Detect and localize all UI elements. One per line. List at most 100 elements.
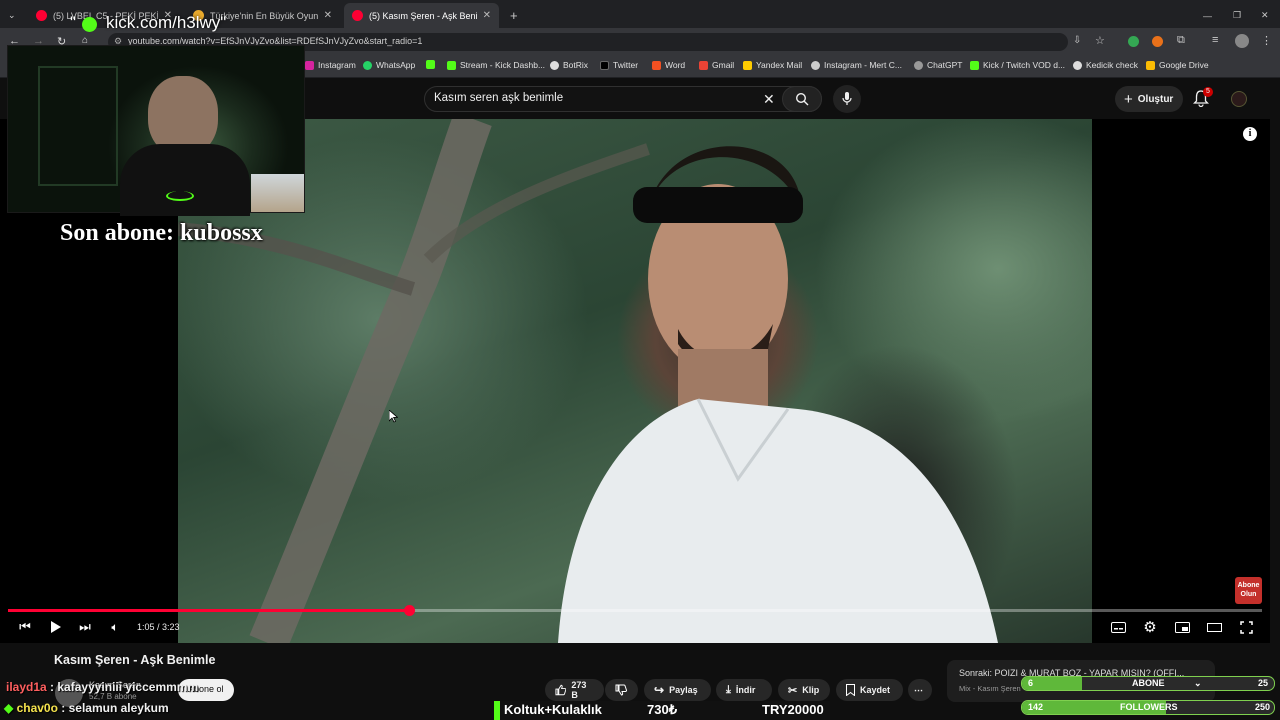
goal-target: 250: [1254, 702, 1270, 712]
bookmark-label: Kick / Twitch VOD d...: [983, 60, 1066, 70]
minimize-button[interactable]: —: [1195, 3, 1213, 28]
star-icon[interactable]: ☆: [1095, 34, 1105, 47]
more-actions-button[interactable]: ⋯: [908, 679, 932, 701]
goal-label: ABONE: [1132, 678, 1165, 688]
like-count: 273 B: [571, 680, 587, 700]
new-tab-button[interactable]: +: [502, 3, 522, 28]
scissors-icon: ✂: [788, 684, 798, 697]
tab-kasim-seren[interactable]: (5) Kasım Şeren - Aşk Benimle ✕: [344, 3, 499, 28]
bookmark-whatsapp[interactable]: WhatsApp: [363, 60, 415, 70]
instagram-icon: [305, 60, 314, 70]
bookmark-label: Twitter: [613, 60, 639, 70]
extension-icon[interactable]: [1152, 36, 1163, 47]
extension-icon[interactable]: [1128, 36, 1139, 47]
bookmark-yandex-mail[interactable]: Yandex Mail: [743, 60, 802, 70]
bookmark-google-drive[interactable]: Google Drive: [1146, 60, 1209, 70]
goal-current: 142: [1028, 702, 1044, 712]
voice-search-button[interactable]: [833, 85, 861, 113]
mute-button[interactable]: 🔈︎: [106, 618, 124, 636]
youtube-favicon-icon: [36, 10, 47, 21]
subtitles-icon: [1110, 621, 1126, 633]
chevron-down-icon: ⌄: [8, 10, 16, 20]
search-button[interactable]: [782, 86, 822, 112]
bookmark-label: Yandex Mail: [756, 60, 803, 70]
tab-label: (5) Kasım Şeren - Aşk Benimle: [369, 10, 477, 21]
skip-next-icon: ⏭: [79, 619, 91, 634]
chat-separator: :: [46, 680, 58, 694]
kick-logo-icon: [82, 17, 97, 32]
subtitles-button[interactable]: [1109, 618, 1127, 636]
bookmark-instagram[interactable]: Instagram: [305, 60, 356, 70]
notifications-button[interactable]: 5: [1193, 87, 1213, 108]
bookmark-label: Google Drive: [1159, 60, 1209, 70]
fullscreen-button[interactable]: [1237, 618, 1255, 636]
profile-avatar[interactable]: [1235, 34, 1249, 48]
close-icon[interactable]: ✕: [324, 10, 332, 21]
clear-search-icon[interactable]: ✕: [763, 91, 775, 108]
clip-button[interactable]: ✂ Klip: [778, 679, 830, 701]
globe-icon: [811, 60, 820, 70]
share-icon: ↪: [654, 683, 665, 697]
chatgpt-icon: [914, 60, 923, 70]
bookmark-kedicik[interactable]: Kedicik check: [1073, 60, 1138, 70]
menu-dots-icon[interactable]: ⋮: [1261, 34, 1272, 47]
bookmark-label: Kedicik check: [1086, 60, 1138, 70]
play-icon: [50, 621, 61, 633]
followers-goal-bar: 142 FOLLOWERS 250: [1021, 700, 1275, 715]
puzzle-icon[interactable]: ⧉: [1177, 34, 1185, 47]
share-button[interactable]: ↪ Paylaş: [644, 679, 711, 701]
download-label: İndir: [735, 685, 756, 695]
download-button[interactable]: ⤓ İndir: [716, 679, 772, 701]
bookmark-botrix[interactable]: BotRix: [550, 60, 588, 70]
miniplayer-button[interactable]: [1173, 618, 1191, 636]
chevron-down-icon: ⌄: [1194, 678, 1202, 688]
bookmark-chatgpt[interactable]: ChatGPT: [914, 60, 962, 70]
bookmark-label: ChatGPT: [927, 60, 963, 70]
goal-current: 6: [1028, 678, 1034, 688]
install-app-icon[interactable]: ⇩: [1073, 35, 1081, 46]
bookmark-kick-twitch-vod[interactable]: Kick / Twitch VOD d...: [970, 60, 1065, 70]
media-controls-icon[interactable]: ≡: [1212, 34, 1218, 46]
bookmark-twitter[interactable]: Twitter: [600, 60, 638, 70]
webcam-overlay: [7, 45, 305, 216]
play-button[interactable]: [46, 618, 64, 636]
microphone-icon: [842, 92, 852, 105]
create-button[interactable]: + Oluştur: [1115, 86, 1183, 112]
video-frame: [178, 119, 1092, 643]
theater-mode-button[interactable]: [1205, 618, 1223, 636]
headphone-light-image: [166, 191, 194, 201]
settings-button[interactable]: ⚙: [1141, 618, 1159, 636]
notification-badge: 5: [1203, 87, 1213, 97]
clip-label: Klip: [802, 685, 820, 695]
bookmark-word[interactable]: Word: [652, 60, 685, 70]
download-icon: ⤓: [726, 683, 731, 696]
kick-icon: [447, 60, 456, 70]
whatsapp-icon: [363, 60, 372, 70]
dislike-button[interactable]: [605, 679, 638, 701]
share-label: Paylaş: [669, 685, 698, 695]
theater-icon: [1206, 622, 1222, 632]
account-avatar[interactable]: [1231, 91, 1247, 107]
bookmark-instagram-mert[interactable]: Instagram - Mert C...: [811, 60, 902, 70]
previous-button[interactable]: ⏮: [16, 618, 34, 636]
restore-button[interactable]: ❐: [1225, 3, 1243, 28]
bookmark-gmail[interactable]: Gmail: [699, 60, 734, 70]
bookmark-kick-dashboard[interactable]: Stream - Kick Dashb...: [447, 60, 545, 70]
gmail-icon: [699, 60, 708, 70]
chat-separator: :: [57, 701, 69, 715]
like-button[interactable]: 273 B: [545, 679, 604, 701]
next-button[interactable]: ⏭: [76, 618, 94, 636]
minimize-icon: —: [1203, 10, 1212, 21]
mouse-cursor-icon: [389, 410, 398, 423]
bookmark-kick[interactable]: [426, 60, 435, 69]
window-close-button[interactable]: ✕: [1253, 3, 1271, 28]
abone-olun-watermark[interactable]: Abone Olun: [1235, 577, 1262, 604]
globe-icon: [1073, 60, 1082, 70]
search-query-text: Kasım seren aşk benimle: [434, 92, 564, 104]
tab-list-button[interactable]: ⌄: [0, 3, 28, 28]
info-icon[interactable]: i: [1243, 127, 1257, 141]
save-button[interactable]: Kaydet: [836, 679, 903, 701]
x-twitter-icon: [600, 60, 609, 70]
time-display: 1:05 / 3:23: [137, 622, 180, 632]
close-icon[interactable]: ✕: [483, 10, 491, 21]
